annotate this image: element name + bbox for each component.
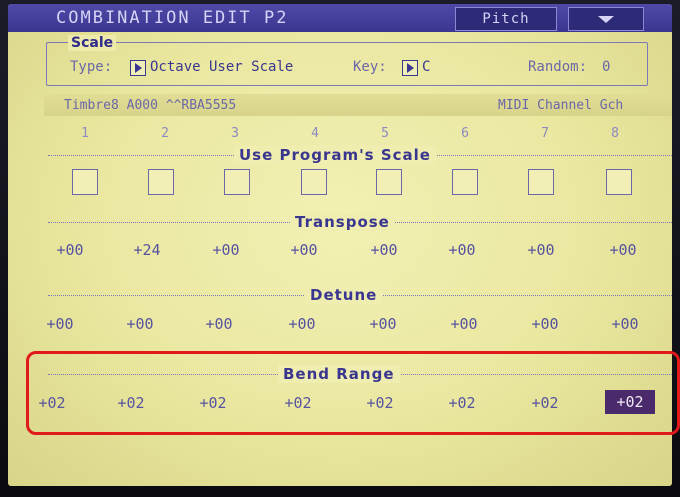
page-title: COMBINATION EDIT P2 xyxy=(56,8,289,28)
transpose-value-3[interactable]: +00 xyxy=(198,241,254,259)
column-number: 6 xyxy=(461,126,469,141)
detune-value-7[interactable]: +00 xyxy=(517,315,573,333)
transpose-value-5[interactable]: +00 xyxy=(356,241,412,259)
page-menu-button[interactable] xyxy=(568,7,644,31)
random-label: Random: xyxy=(528,59,588,75)
detune-value-5[interactable]: +00 xyxy=(355,315,411,333)
use-scale-checkbox-7[interactable] xyxy=(528,169,554,195)
transpose-value-8[interactable]: +00 xyxy=(595,241,651,259)
transpose-value-1[interactable]: +00 xyxy=(42,241,98,259)
detune-value-3[interactable]: +00 xyxy=(191,315,247,333)
use-scale-checkbox-2[interactable] xyxy=(148,169,174,195)
scale-key-value[interactable]: C xyxy=(422,59,430,75)
scale-legend: Scale xyxy=(68,35,117,51)
use-scale-heading: Use Program's Scale xyxy=(234,146,436,164)
transpose-value-7[interactable]: +00 xyxy=(513,241,569,259)
popup-arrow-icon xyxy=(406,63,414,73)
scale-key-label: Key: xyxy=(353,59,387,75)
transpose-heading: Transpose xyxy=(290,213,395,231)
detune-heading: Detune xyxy=(305,286,383,304)
detune-value-2[interactable]: +00 xyxy=(112,315,168,333)
column-number: 5 xyxy=(381,126,389,141)
bend-range-highlight-box xyxy=(26,351,680,435)
use-scale-checkbox-6[interactable] xyxy=(452,169,478,195)
transpose-value-4[interactable]: +00 xyxy=(276,241,332,259)
use-scale-checkbox-1[interactable] xyxy=(72,169,98,195)
detune-value-1[interactable]: +00 xyxy=(32,315,88,333)
page-select-label: Pitch xyxy=(482,11,530,27)
use-scale-checkbox-3[interactable] xyxy=(224,169,250,195)
column-number: 7 xyxy=(541,126,549,141)
transpose-value-2[interactable]: +24 xyxy=(119,241,175,259)
use-scale-checkbox-4[interactable] xyxy=(301,169,327,195)
timbre-name: Timbre8 A000 ^^RBA5555 xyxy=(64,98,237,113)
column-number: 8 xyxy=(611,126,619,141)
popup-arrow-icon xyxy=(134,63,142,73)
scale-type-label: Type: xyxy=(70,59,113,75)
use-scale-checkbox-8[interactable] xyxy=(606,169,632,195)
scale-type-value[interactable]: Octave User Scale xyxy=(150,59,293,75)
detune-value-6[interactable]: +00 xyxy=(436,315,492,333)
title-bar: COMBINATION EDIT P2 Pitch xyxy=(8,4,672,32)
column-number: 3 xyxy=(231,126,239,141)
menu-icon xyxy=(598,15,614,23)
column-number: 4 xyxy=(311,126,319,141)
use-scale-checkbox-5[interactable] xyxy=(376,169,402,195)
scale-key-popup[interactable] xyxy=(402,60,418,76)
detune-value-8[interactable]: +00 xyxy=(597,315,653,333)
transpose-value-6[interactable]: +00 xyxy=(434,241,490,259)
page-select-button[interactable]: Pitch xyxy=(455,7,557,31)
random-value[interactable]: 0 xyxy=(602,59,610,75)
detune-value-4[interactable]: +00 xyxy=(274,315,330,333)
column-number: 1 xyxy=(81,126,89,141)
scale-type-popup[interactable] xyxy=(130,60,146,76)
midi-channel: MIDI Channel Gch xyxy=(498,98,624,113)
column-number: 2 xyxy=(161,126,169,141)
